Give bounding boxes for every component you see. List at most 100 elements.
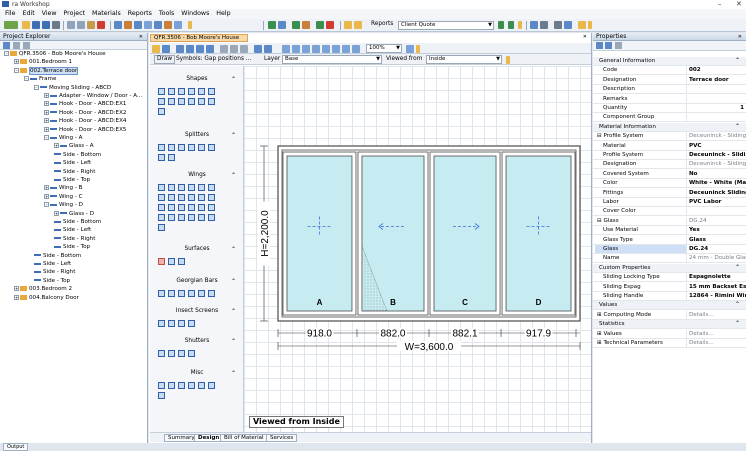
document-tab[interactable]: QFR.3506 - Bob Moore's House xyxy=(150,34,248,42)
palette-section-surfaces[interactable]: Surfaces ⌃ xyxy=(154,246,240,253)
palette-tool-icon[interactable] xyxy=(178,194,185,201)
collapse-chevron-icon[interactable]: ⌃ xyxy=(735,320,740,328)
select-icon[interactable] xyxy=(152,45,160,53)
property-category[interactable]: Material Information ⌃ xyxy=(593,122,746,132)
collapse-toggle-icon[interactable]: – xyxy=(14,67,19,73)
menu-windows[interactable]: Windows xyxy=(181,10,209,17)
property-row[interactable]: Name 24 mm - Double Glass xyxy=(593,254,746,264)
expand-icon[interactable] xyxy=(13,42,20,49)
property-row[interactable]: Sliding Espag15 mm Backset Espa... xyxy=(593,282,746,292)
options-dropdown-icon[interactable] xyxy=(506,56,510,64)
collapse-chevron-icon[interactable]: ⌃ xyxy=(231,370,236,377)
property-row[interactable]: Component Group xyxy=(593,113,746,123)
run-options-icon[interactable] xyxy=(518,21,522,29)
property-row[interactable]: Remarks xyxy=(593,94,746,104)
zoom-out-icon[interactable] xyxy=(292,45,300,53)
alphabetical-icon[interactable] xyxy=(605,42,612,49)
tree-item[interactable]: Side - Top xyxy=(54,176,90,184)
property-category[interactable]: Statistics ⌃ xyxy=(593,320,746,330)
tree-item[interactable]: – QFR.3506 - Bob Moore's House xyxy=(4,50,106,58)
palette-section-wings[interactable]: Wings ⌃ xyxy=(154,172,240,179)
palette-tool-icon[interactable] xyxy=(208,382,215,389)
tree-item[interactable]: – 002.Terrace door xyxy=(14,66,79,75)
tree-item[interactable]: + Glass - A xyxy=(54,142,94,150)
property-row[interactable]: Glass DG.24 xyxy=(593,245,746,254)
palette-tool-icon[interactable] xyxy=(198,194,205,201)
palette-tool-icon[interactable] xyxy=(208,144,215,151)
tree-item[interactable]: Side - Bottom xyxy=(54,151,101,159)
print-icon[interactable] xyxy=(52,21,60,29)
tree-item[interactable]: + Hook - Door - ABCD:EX5 xyxy=(44,126,126,134)
property-value[interactable]: Details... xyxy=(689,311,746,319)
output-tab[interactable]: Output xyxy=(3,443,29,451)
help-dropdown-icon[interactable] xyxy=(588,21,592,29)
tree-item[interactable]: – Frame xyxy=(24,75,56,83)
property-value[interactable]: PVC xyxy=(689,142,746,150)
expand-toggle-icon[interactable]: + xyxy=(14,294,19,300)
palette-tool-icon[interactable] xyxy=(188,214,195,221)
tree-item[interactable]: +004.Balcony Door xyxy=(14,294,79,302)
price-icon[interactable] xyxy=(292,21,300,29)
grid-icon[interactable] xyxy=(134,21,142,29)
palette-tool-icon[interactable] xyxy=(178,258,185,265)
collapse-toggle-icon[interactable]: – xyxy=(34,84,39,90)
property-value[interactable]: No xyxy=(689,170,746,178)
cut-icon[interactable] xyxy=(67,21,75,29)
expand-toggle-icon[interactable]: + xyxy=(44,185,49,191)
palette-tool-icon[interactable] xyxy=(158,320,165,327)
property-value[interactable]: 1 xyxy=(689,104,746,112)
expand-toggle-icon[interactable]: + xyxy=(44,193,49,199)
palette-tool-icon[interactable] xyxy=(178,204,185,211)
collapse-icon[interactable] xyxy=(23,42,30,49)
palette-tool-icon[interactable] xyxy=(198,184,205,191)
play-icon[interactable] xyxy=(498,21,504,29)
properties-icon[interactable] xyxy=(3,42,10,49)
palette-tool-icon[interactable] xyxy=(168,258,175,265)
palette-tool-icon[interactable] xyxy=(188,382,195,389)
palette-tool-icon[interactable] xyxy=(168,88,175,95)
palette-tool-icon[interactable] xyxy=(168,320,175,327)
palette-tool-icon[interactable] xyxy=(158,184,165,191)
layout-icon[interactable] xyxy=(144,21,152,29)
property-row[interactable]: Designation Terrace door xyxy=(593,75,746,85)
tree-item[interactable]: Side - Right xyxy=(54,235,95,243)
tree-item[interactable]: Side - Left xyxy=(34,260,71,268)
database-icon[interactable] xyxy=(530,21,538,29)
palette-tool-icon[interactable] xyxy=(208,290,215,297)
palette-tool-icon[interactable] xyxy=(178,382,185,389)
close-icon[interactable]: ✕ xyxy=(139,33,143,41)
property-row[interactable]: Designation Deceuninck - Sliding xyxy=(593,160,746,170)
palette-tool-icon[interactable] xyxy=(188,320,195,327)
property-value[interactable]: Deceuninck - Sliding xyxy=(689,160,746,168)
palette-tool-icon[interactable] xyxy=(168,194,175,201)
tree-item[interactable]: Side - Bottom xyxy=(34,252,81,260)
property-row[interactable]: ⊟ Profile System Deceuninck - Sliding xyxy=(593,132,746,142)
palette-tool-icon[interactable] xyxy=(198,214,205,221)
palette-tool-icon[interactable] xyxy=(188,350,195,357)
draw-label[interactable]: Draw xyxy=(154,55,176,64)
tree-item[interactable]: – Wing - D xyxy=(44,201,83,209)
wing-tool-icon[interactable] xyxy=(176,45,184,53)
collapse-chevron-icon[interactable]: ⌃ xyxy=(735,301,740,309)
drawing-canvas[interactable]: A B C D 918.0 882.0 882.1 917.9 W=3,600.0 H=2,200… xyxy=(244,66,591,432)
minimize-button[interactable]: – xyxy=(718,0,722,8)
tab-services[interactable]: Services xyxy=(266,434,298,442)
paste-icon[interactable] xyxy=(87,21,95,29)
collapse-chevron-icon[interactable]: ⌃ xyxy=(231,172,236,179)
splitter-tool-icon[interactable] xyxy=(186,45,194,53)
collapse-toggle-icon[interactable]: – xyxy=(4,51,9,56)
property-value[interactable]: 002 xyxy=(689,66,746,74)
palette-section-insect-screens[interactable]: Insect Screens ⌃ xyxy=(154,308,240,315)
tree-item[interactable]: Side - Left xyxy=(54,159,91,167)
collapse-chevron-icon[interactable]: ⌃ xyxy=(231,308,236,315)
options-icon[interactable] xyxy=(554,21,562,29)
palette-tool-icon[interactable] xyxy=(158,382,165,389)
property-category[interactable]: General Information ⌃ xyxy=(593,57,746,66)
palette-tool-icon[interactable] xyxy=(158,154,165,161)
collapse-toggle-icon[interactable]: – xyxy=(24,76,29,82)
property-row[interactable]: Sliding Handle12864 - Rimini Windo... xyxy=(593,292,746,301)
expand-toggle-icon[interactable]: + xyxy=(44,109,49,115)
viewed-from-select[interactable]: Inside ▼ xyxy=(426,55,502,64)
redo-icon[interactable] xyxy=(264,45,272,53)
edit-icon[interactable] xyxy=(174,21,182,29)
